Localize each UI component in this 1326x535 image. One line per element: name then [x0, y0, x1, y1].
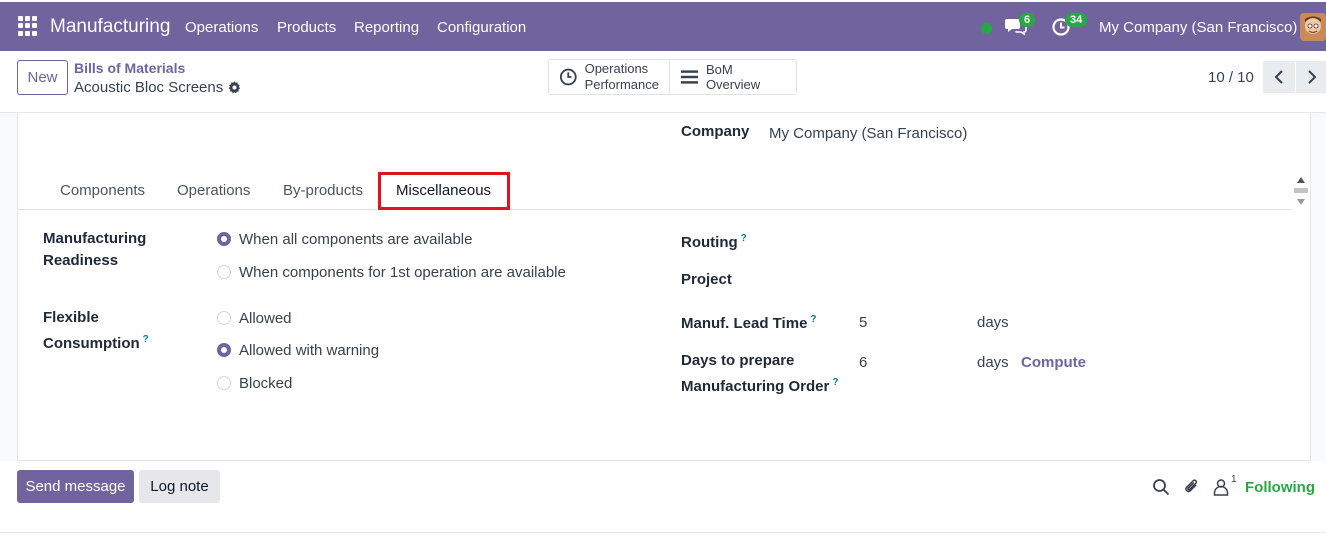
activities-button[interactable]: 34	[1051, 13, 1088, 38]
user-avatar-icon	[1300, 13, 1326, 41]
flexible-label-line1: Flexible	[43, 309, 99, 326]
new-button[interactable]: New	[17, 60, 68, 95]
messages-button[interactable]: 6	[1005, 13, 1036, 38]
readiness-label-line1: Manufacturing	[43, 230, 147, 247]
menu-configuration[interactable]: Configuration	[437, 19, 526, 36]
chevron-left-icon	[1274, 70, 1283, 84]
ops-perf-line1: Operations	[584, 61, 649, 76]
help-icon[interactable]: ?	[832, 377, 838, 388]
breadcrumb-current: Acoustic Bloc Screens	[74, 79, 241, 96]
clock-icon	[559, 68, 577, 86]
tab-by-products[interactable]: By-products	[283, 182, 363, 199]
flexible-allowed-label[interactable]: Allowed	[239, 308, 292, 330]
presence-status-icon	[981, 23, 992, 34]
pager-previous-button[interactable]	[1263, 61, 1295, 93]
tab-components[interactable]: Components	[60, 182, 145, 199]
flexible-warning-radio[interactable]	[217, 343, 231, 357]
help-icon[interactable]: ?	[741, 233, 747, 244]
days-to-prepare-label: Days to prepare Manufacturing Order?	[681, 350, 838, 398]
app-name[interactable]: Manufacturing	[50, 16, 170, 38]
activities-count-badge: 34	[1065, 13, 1088, 27]
chevron-right-icon	[1308, 70, 1317, 84]
flexible-allowed-radio[interactable]	[217, 311, 231, 325]
form-sheet	[17, 113, 1311, 461]
main-navbar: Manufacturing Operations Products Report…	[0, 2, 1326, 51]
flexible-consumption-label: Flexible Consumption?	[43, 307, 149, 355]
following-button[interactable]: Following	[1245, 479, 1315, 496]
bottom-divider	[0, 532, 1326, 533]
prepare-label-line2: Manufacturing Order	[681, 378, 830, 395]
followers-count: 1	[1231, 474, 1237, 485]
readiness-first-op-radio[interactable]	[217, 265, 231, 279]
operations-performance-button[interactable]: Operations Performance	[549, 60, 669, 94]
project-label: Project	[681, 271, 732, 288]
pager-next-button[interactable]	[1296, 61, 1326, 93]
user-avatar[interactable]	[1300, 13, 1326, 41]
flexible-label-line2: Consumption	[43, 335, 140, 352]
flexible-blocked-label[interactable]: Blocked	[239, 373, 292, 395]
readiness-label-line2: Readiness	[43, 252, 119, 269]
log-note-button[interactable]: Log note	[139, 470, 220, 503]
smart-buttons: Operations Performance BoM Overview	[548, 59, 797, 95]
routing-label: Routing?	[681, 228, 747, 254]
lead-time-input[interactable]: 5	[859, 312, 867, 334]
bom-overview-button[interactable]: BoM Overview	[669, 60, 796, 94]
paperclip-icon[interactable]	[1183, 478, 1201, 496]
help-icon[interactable]: ?	[810, 314, 816, 325]
compute-button[interactable]: Compute	[1021, 352, 1086, 374]
scroll-thumb[interactable]	[1294, 188, 1308, 193]
menu-reporting[interactable]: Reporting	[354, 19, 419, 36]
company-label: Company	[681, 123, 750, 140]
routing-label-text: Routing	[681, 234, 738, 251]
flexible-blocked-radio[interactable]	[217, 376, 231, 390]
menu-operations[interactable]: Operations	[185, 19, 258, 36]
company-field[interactable]: My Company (San Francisco)	[769, 123, 967, 145]
lead-time-label-text: Manuf. Lead Time	[681, 315, 808, 332]
bars-icon	[680, 70, 698, 84]
days-to-prepare-input[interactable]: 6	[859, 352, 867, 374]
followers-icon[interactable]	[1212, 478, 1230, 496]
company-switcher[interactable]: My Company (San Francisco)	[1099, 19, 1297, 36]
tab-operations[interactable]: Operations	[177, 182, 250, 199]
pager-value[interactable]: 10 / 10	[1208, 69, 1254, 86]
manufacturing-readiness-label: Manufacturing Readiness	[43, 228, 146, 272]
readiness-all-radio[interactable]	[217, 232, 231, 246]
ops-perf-line2: Performance	[584, 77, 659, 92]
flexible-warning-label[interactable]: Allowed with warning	[239, 340, 379, 362]
search-icon[interactable]	[1152, 478, 1170, 496]
gear-icon[interactable]	[228, 81, 241, 94]
record-name: Acoustic Bloc Screens	[74, 79, 224, 96]
readiness-all-label[interactable]: When all components are available	[239, 229, 472, 251]
control-panel: New Bills of Materials Acoustic Bloc Scr…	[0, 51, 1326, 113]
lead-time-label: Manuf. Lead Time?	[681, 309, 817, 335]
days-to-prepare-unit: days	[977, 354, 1009, 371]
apps-menu-icon[interactable]	[18, 16, 38, 36]
tab-miscellaneous-label: Miscellaneous	[396, 182, 492, 199]
send-message-button[interactable]: Send message	[17, 470, 134, 503]
tab-miscellaneous[interactable]: Miscellaneous	[378, 172, 510, 210]
chatter: Send message Log note 1 Following	[0, 461, 1326, 535]
readiness-first-op-label[interactable]: When components for 1st operation are av…	[239, 262, 566, 284]
scroll-up-icon[interactable]	[1297, 177, 1305, 183]
bom-overview-label: BoM Overview	[705, 62, 761, 92]
help-icon[interactable]: ?	[143, 334, 149, 345]
messages-count-badge: 6	[1019, 13, 1036, 27]
lead-time-unit: days	[977, 314, 1009, 331]
tabs-scrollbar[interactable]	[1292, 172, 1310, 210]
breadcrumb-bills-of-materials[interactable]: Bills of Materials	[74, 60, 185, 76]
scroll-down-icon[interactable]	[1297, 199, 1305, 205]
prepare-label-line1: Days to prepare	[681, 352, 795, 369]
menu-products[interactable]: Products	[277, 19, 336, 36]
